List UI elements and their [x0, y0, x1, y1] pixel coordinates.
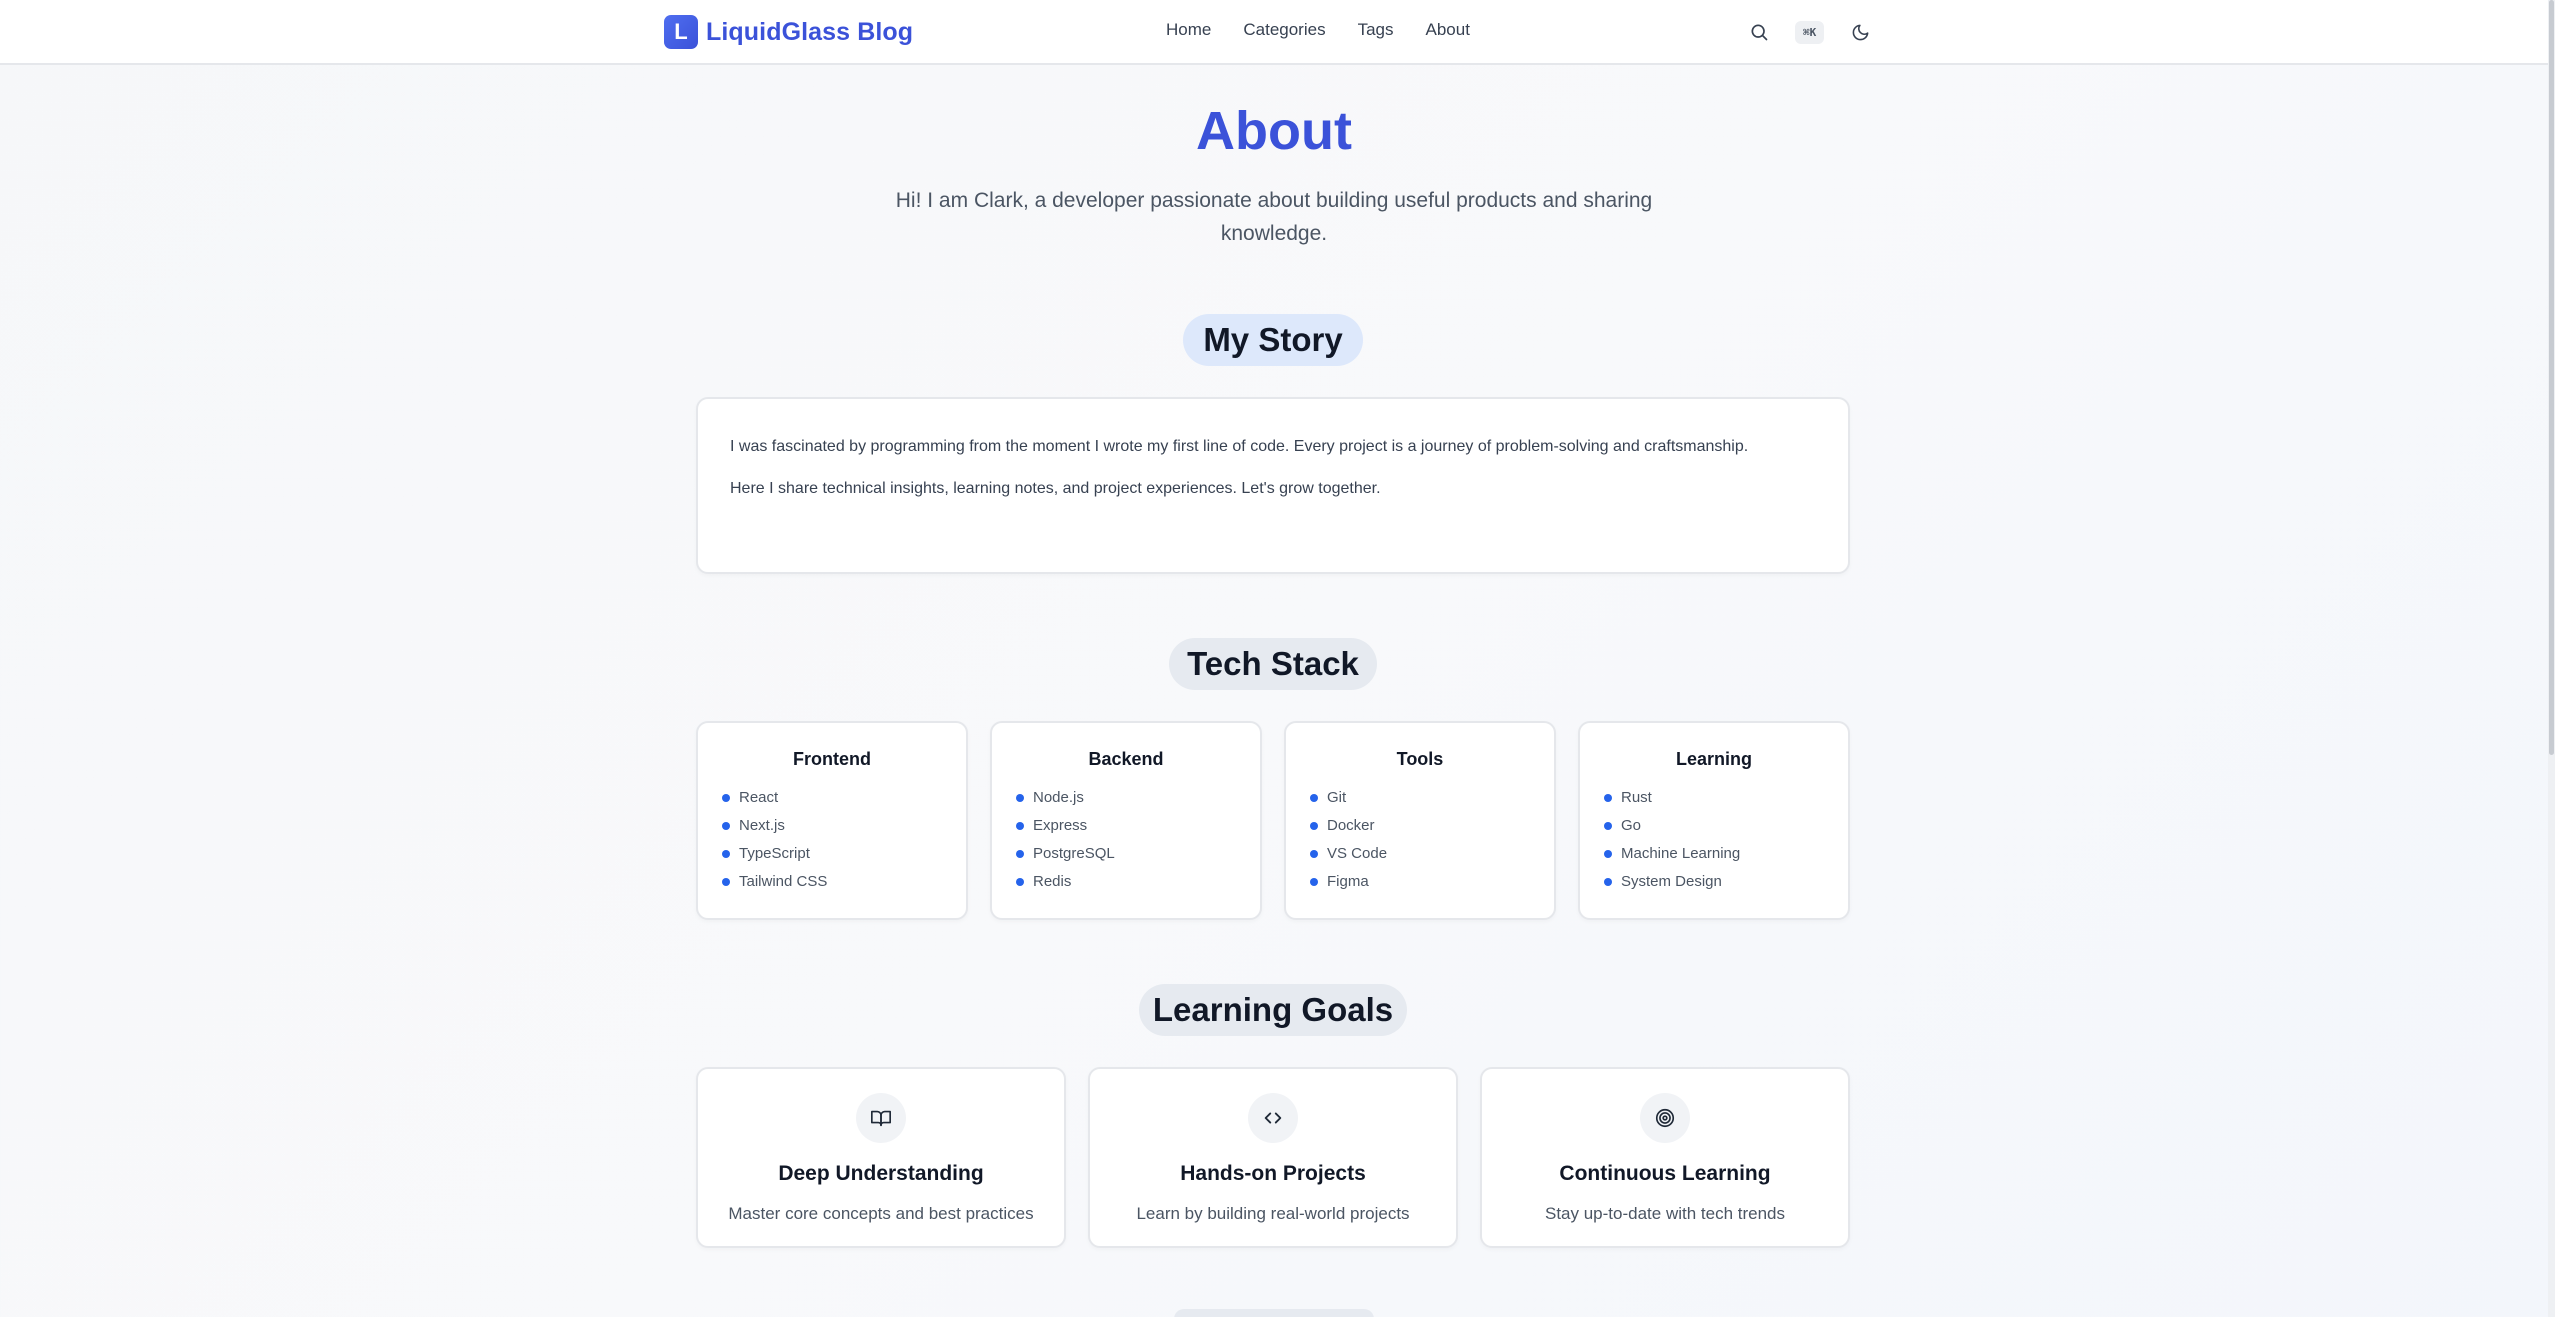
- goal-title: Deep Understanding: [778, 1162, 984, 1185]
- book-open-icon: [871, 1110, 891, 1127]
- goal-card-deep-understanding: Deep Understanding Master core concepts …: [696, 1067, 1066, 1248]
- tech-card-learning: Learning Rust Go Machine Learning System…: [1578, 721, 1850, 920]
- nav-categories[interactable]: Categories: [1243, 20, 1325, 40]
- nav-home[interactable]: Home: [1166, 20, 1211, 40]
- list-item: System Design: [1604, 868, 1848, 896]
- nav-tools: ⌘K: [1745, 18, 1874, 46]
- goal-title: Hands-on Projects: [1180, 1162, 1366, 1185]
- goal-desc: Master core concepts and best practices: [728, 1204, 1034, 1223]
- tech-card-title: Tools: [1396, 749, 1444, 769]
- list-item: Git: [1310, 784, 1554, 812]
- brand-link[interactable]: L LiquidGlass Blog: [664, 15, 913, 49]
- tech-list: Node.js Express PostgreSQL Redis: [992, 784, 1260, 896]
- list-item: Next.js: [722, 812, 966, 840]
- page-title: About: [1196, 101, 1352, 161]
- tech-card-title: Backend: [1088, 749, 1164, 769]
- nav-tags[interactable]: Tags: [1358, 20, 1394, 40]
- brand-logo: L: [664, 15, 698, 49]
- list-item: Go: [1604, 812, 1848, 840]
- search-button[interactable]: [1745, 18, 1773, 46]
- next-section-heading: [1174, 1309, 1374, 1317]
- navbar: L LiquidGlass Blog Home Categories Tags …: [0, 0, 2548, 65]
- section-heading-tech-stack: Tech Stack: [1169, 638, 1377, 690]
- section-heading-learning-goals: Learning Goals: [1139, 984, 1407, 1036]
- scrollbar-thumb[interactable]: [2549, 0, 2554, 755]
- tech-list: Rust Go Machine Learning System Design: [1580, 784, 1848, 896]
- tech-card-backend: Backend Node.js Express PostgreSQL Redis: [990, 721, 1262, 920]
- section-heading-my-story: My Story: [1183, 314, 1363, 366]
- goal-desc: Stay up-to-date with tech trends: [1544, 1204, 1786, 1223]
- list-item: Node.js: [1016, 784, 1260, 812]
- goal-icon-wrap: [1640, 1093, 1690, 1143]
- tech-list: Git Docker VS Code Figma: [1286, 784, 1554, 896]
- goal-icon-wrap: [1248, 1093, 1298, 1143]
- story-card: I was fascinated by programming from the…: [696, 397, 1850, 574]
- tech-card-title: Learning: [1675, 749, 1752, 769]
- code-icon: [1264, 1112, 1282, 1124]
- search-shortcut-badge[interactable]: ⌘K: [1795, 20, 1825, 44]
- list-item: Figma: [1310, 868, 1554, 896]
- goal-card-continuous-learning: Continuous Learning Stay up-to-date with…: [1480, 1067, 1850, 1248]
- list-item: VS Code: [1310, 840, 1554, 868]
- story-paragraph: Here I share technical insights, learnin…: [730, 480, 1381, 497]
- main-nav: Home Categories Tags About: [1166, 20, 1502, 40]
- list-item: Express: [1016, 812, 1260, 840]
- goal-desc: Learn by building real-world projects: [1136, 1204, 1410, 1223]
- tech-card-frontend: Frontend React Next.js TypeScript Tailwi…: [696, 721, 968, 920]
- list-item: TypeScript: [722, 840, 966, 868]
- theme-toggle-button[interactable]: [1846, 18, 1874, 46]
- tech-list: React Next.js TypeScript Tailwind CSS: [698, 784, 966, 896]
- search-icon: [1751, 24, 1768, 41]
- list-item: Docker: [1310, 812, 1554, 840]
- goal-title: Continuous Learning: [1559, 1162, 1771, 1185]
- nav-about[interactable]: About: [1426, 20, 1470, 40]
- moon-icon: [1852, 24, 1869, 40]
- list-item: PostgreSQL: [1016, 840, 1260, 868]
- target-icon: [1655, 1108, 1675, 1128]
- goal-icon-wrap: [856, 1093, 906, 1143]
- list-item: Tailwind CSS: [722, 868, 966, 896]
- list-item: Redis: [1016, 868, 1260, 896]
- list-item: React: [722, 784, 966, 812]
- brand-name: LiquidGlass Blog: [706, 17, 914, 46]
- page-intro: Hi! I am Clark, a developer passionate a…: [895, 189, 1653, 245]
- goal-card-hands-on-projects: Hands-on Projects Learn by building real…: [1088, 1067, 1458, 1248]
- tech-card-title: Frontend: [793, 749, 871, 769]
- list-item: Rust: [1604, 784, 1848, 812]
- tech-card-tools: Tools Git Docker VS Code Figma: [1284, 721, 1556, 920]
- story-paragraph: I was fascinated by programming from the…: [730, 438, 1749, 455]
- list-item: Machine Learning: [1604, 840, 1848, 868]
